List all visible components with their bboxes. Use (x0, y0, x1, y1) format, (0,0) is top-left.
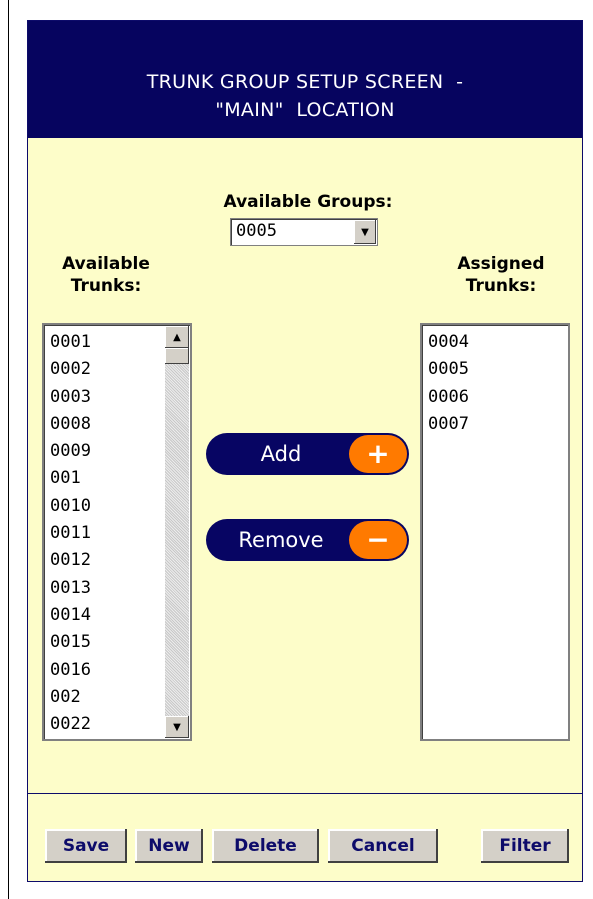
page-title-line1: TRUNK GROUP SETUP SCREEN - (146, 71, 464, 93)
add-button[interactable]: Add + (206, 433, 409, 475)
list-item[interactable]: 0007 (428, 411, 568, 438)
plus-icon: + (349, 435, 407, 473)
assigned-trunks-label-line2: Trunks: (465, 276, 537, 296)
scroll-down-icon[interactable]: ▼ (165, 716, 189, 738)
delete-button[interactable]: Delete (212, 829, 319, 863)
save-button[interactable]: Save (45, 829, 127, 863)
assigned-trunks-label: Assigned Trunks: (436, 253, 566, 297)
scrollbar-thumb[interactable] (165, 348, 189, 364)
list-item[interactable]: 0006 (428, 384, 568, 411)
available-trunks-list[interactable]: 0001 0002 0003 0008 0009 001 0010 0011 0012 0013 0… (42, 323, 192, 741)
new-button[interactable]: New (135, 829, 203, 863)
assigned-trunks-label-line1: Assigned (457, 254, 545, 274)
page-title-line2: "MAIN" LOCATION (215, 99, 395, 121)
available-trunks-scrollbar[interactable]: ▲ ▼ (165, 326, 189, 738)
selected-group-value: 0005 (236, 221, 277, 241)
add-button-label: Add (260, 442, 302, 466)
window-edge (8, 0, 9, 899)
page-header: TRUNK GROUP SETUP SCREEN - "MAIN" LOCATI… (28, 21, 582, 138)
chevron-down-icon[interactable]: ▼ (353, 220, 376, 244)
list-item[interactable]: 0004 (428, 329, 568, 356)
footer-divider (28, 793, 582, 794)
trunk-group-panel: TRUNK GROUP SETUP SCREEN - "MAIN" LOCATI… (27, 20, 583, 882)
assigned-trunks-list[interactable]: 0004 0005 0006 0007 (420, 323, 570, 741)
remove-button-label: Remove (238, 528, 324, 552)
remove-button[interactable]: Remove − (206, 519, 409, 561)
available-trunks-label-line1: Available (62, 254, 150, 274)
filter-button[interactable]: Filter (481, 829, 569, 863)
scroll-up-icon[interactable]: ▲ (165, 326, 189, 348)
assigned-trunks-items: 0004 0005 0006 0007 (422, 325, 568, 438)
cancel-button[interactable]: Cancel (328, 829, 438, 863)
list-item[interactable]: 0005 (428, 356, 568, 383)
minus-icon: − (349, 521, 407, 559)
available-groups-label: Available Groups: (223, 192, 393, 212)
available-trunks-label: Available Trunks: (46, 253, 166, 297)
available-groups-select[interactable]: 0005 ▼ (230, 218, 378, 246)
available-trunks-label-line2: Trunks: (70, 276, 142, 296)
